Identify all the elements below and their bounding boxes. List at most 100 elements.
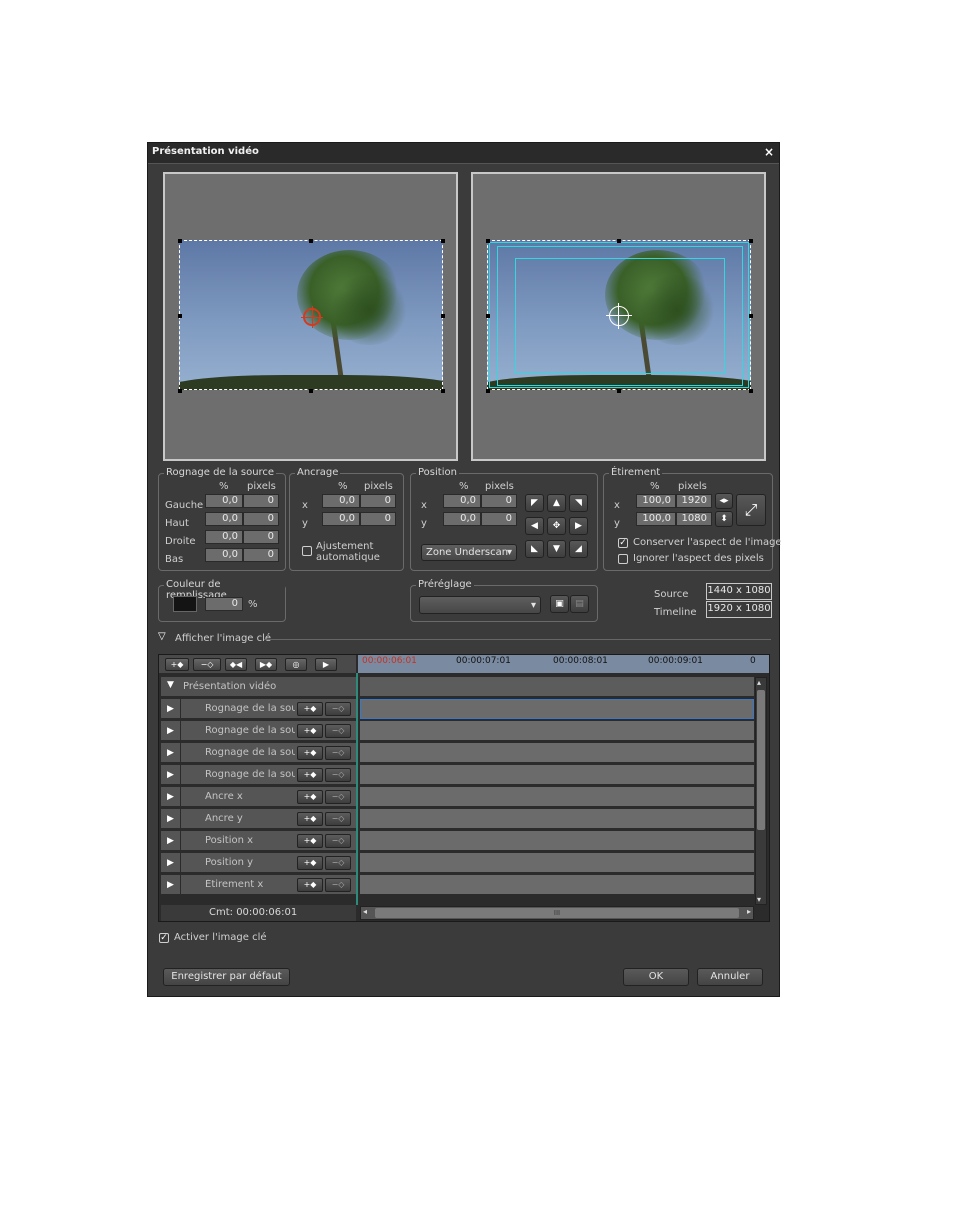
output-preview[interactable]: [471, 172, 766, 461]
enable-keyframe-checkbox[interactable]: ✓: [159, 933, 169, 943]
delete-preset-icon[interactable]: ▤: [570, 595, 589, 613]
align-right-icon[interactable]: ▶: [569, 517, 588, 535]
auto-adjust-checkbox[interactable]: [302, 546, 312, 556]
param-track[interactable]: [360, 743, 754, 763]
crop-right-pct[interactable]: 0,0: [205, 530, 243, 544]
expand-row-icon[interactable]: ▶: [161, 765, 181, 785]
align-bottom-left-icon[interactable]: ◣: [525, 540, 544, 558]
anchor-x-px[interactable]: 0: [360, 494, 396, 508]
stretch-y-px[interactable]: 1080: [676, 512, 712, 526]
crop-bottom-pct[interactable]: 0,0: [205, 548, 243, 562]
stretch-vertical-icon[interactable]: ⬍: [715, 511, 733, 527]
param-track[interactable]: [360, 765, 754, 785]
param-row[interactable]: ▶ Position x +◆ −◇: [161, 831, 356, 851]
expand-row-icon[interactable]: ▶: [161, 875, 181, 895]
remove-keyframe-icon[interactable]: −◇: [325, 746, 351, 760]
add-keyframe-icon[interactable]: +◆: [297, 702, 323, 716]
add-keyframe-icon[interactable]: +◆: [297, 724, 323, 738]
crop-top-px[interactable]: 0: [243, 512, 279, 526]
crop-left-pct[interactable]: 0,0: [205, 494, 243, 508]
stretch-y-pct[interactable]: 100,0: [636, 512, 676, 526]
param-row[interactable]: ▶ Position y +◆ −◇: [161, 853, 356, 873]
anchor-x-pct[interactable]: 0,0: [322, 494, 360, 508]
loop-icon[interactable]: ◎: [285, 658, 307, 671]
next-keyframe-icon[interactable]: ▶◆: [255, 658, 277, 671]
remove-keyframe-icon[interactable]: −◇: [325, 834, 351, 848]
param-track[interactable]: [360, 809, 754, 829]
param-track[interactable]: [360, 831, 754, 851]
keyframe-section-label[interactable]: Afficher l'image clé: [175, 633, 271, 644]
remove-keyframe-icon[interactable]: −◇: [325, 856, 351, 870]
add-keyframe-icon[interactable]: +◆: [165, 658, 189, 671]
save-preset-icon[interactable]: ▣: [550, 595, 569, 613]
ignore-pixel-aspect-checkbox[interactable]: [618, 554, 628, 564]
align-top-icon[interactable]: ▲: [547, 494, 566, 512]
expand-row-icon[interactable]: ▶: [161, 853, 181, 873]
param-row[interactable]: ▶ Ancre x +◆ −◇: [161, 787, 356, 807]
param-track[interactable]: [360, 787, 754, 807]
param-row[interactable]: ▶ Rognage de la source bas+◆−◇: [161, 765, 356, 785]
zone-dropdown[interactable]: Zone Underscan ▾: [421, 544, 517, 561]
stretch-x-px[interactable]: 1920: [676, 494, 712, 508]
add-keyframe-icon[interactable]: +◆: [297, 768, 323, 782]
expand-row-icon[interactable]: ▶: [161, 721, 181, 741]
expand-row-icon[interactable]: ▶: [161, 787, 181, 807]
crop-bottom-px[interactable]: 0: [243, 548, 279, 562]
remove-keyframe-icon[interactable]: −◇: [325, 724, 351, 738]
scroll-down-icon[interactable]: ▾: [757, 895, 761, 904]
scroll-up-icon[interactable]: ▴: [757, 678, 761, 687]
param-row[interactable]: ▶ Rognage de la source droite+◆−◇: [161, 743, 356, 763]
group-track[interactable]: [360, 677, 754, 697]
stretch-horizontal-icon[interactable]: ◂▸: [715, 493, 733, 509]
remove-keyframe-icon[interactable]: −◇: [325, 790, 351, 804]
remove-keyframe-icon[interactable]: −◇: [325, 878, 351, 892]
remove-keyframe-icon[interactable]: −◇: [325, 812, 351, 826]
param-track[interactable]: [360, 853, 754, 873]
param-row[interactable]: ▶ Rognage de la source haut+◆−◇: [161, 721, 356, 741]
scroll-left-icon[interactable]: ◂: [363, 907, 367, 916]
param-row[interactable]: ▶ Étirement x +◆ −◇: [161, 875, 356, 895]
add-keyframe-icon[interactable]: +◆: [297, 812, 323, 826]
param-track[interactable]: [360, 721, 754, 741]
previous-keyframe-icon[interactable]: ◆◀: [225, 658, 247, 671]
param-track[interactable]: [360, 699, 754, 719]
position-crosshair-icon[interactable]: [606, 303, 632, 329]
anchor-y-pct[interactable]: 0,0: [322, 512, 360, 526]
fit-to-frame-icon[interactable]: ⤢: [736, 494, 766, 526]
align-top-left-icon[interactable]: ◤: [525, 494, 544, 512]
horizontal-scrollbar[interactable]: ◂ III ▸: [360, 906, 754, 920]
position-x-pct[interactable]: 0,0: [443, 494, 481, 508]
vertical-scroll-thumb[interactable]: [757, 690, 765, 830]
param-row[interactable]: ▶ Ancre y +◆ −◇: [161, 809, 356, 829]
align-center-icon[interactable]: ✥: [547, 517, 566, 535]
remove-keyframe-icon[interactable]: −◇: [325, 702, 351, 716]
add-keyframe-icon[interactable]: +◆: [297, 878, 323, 892]
add-keyframe-icon[interactable]: +◆: [297, 790, 323, 804]
align-left-icon[interactable]: ◀: [525, 517, 544, 535]
align-top-right-icon[interactable]: ◥: [569, 494, 588, 512]
scroll-right-icon[interactable]: ▸: [747, 907, 751, 916]
remove-keyframe-icon[interactable]: −◇: [193, 658, 221, 671]
position-y-px[interactable]: 0: [481, 512, 517, 526]
vertical-scrollbar[interactable]: ▴ ▾: [755, 677, 767, 905]
expand-triangle-icon[interactable]: ▽: [158, 631, 166, 642]
save-default-button[interactable]: Enregistrer par défaut: [163, 968, 290, 986]
collapse-triangle-icon[interactable]: ▼: [167, 680, 174, 690]
add-keyframe-icon[interactable]: +◆: [297, 856, 323, 870]
crop-top-pct[interactable]: 0,0: [205, 512, 243, 526]
play-icon[interactable]: ▶: [315, 658, 337, 671]
time-ruler[interactable]: 00:00:06:01 00:00:07:01 00:00:08:01 00:0…: [358, 655, 769, 673]
playhead-line[interactable]: [356, 673, 358, 905]
align-bottom-icon[interactable]: ▼: [547, 540, 566, 558]
crop-left-px[interactable]: 0: [243, 494, 279, 508]
expand-row-icon[interactable]: ▶: [161, 743, 181, 763]
group-row[interactable]: ▼ Présentation vidéo: [161, 677, 356, 697]
horizontal-scroll-thumb[interactable]: III: [375, 908, 739, 918]
anchor-crosshair-icon[interactable]: [301, 306, 323, 328]
stretch-x-pct[interactable]: 100,0: [636, 494, 676, 508]
remove-keyframe-icon[interactable]: −◇: [325, 768, 351, 782]
anchor-y-px[interactable]: 0: [360, 512, 396, 526]
fill-color-swatch[interactable]: [173, 596, 197, 612]
expand-row-icon[interactable]: ▶: [161, 699, 181, 719]
expand-row-icon[interactable]: ▶: [161, 831, 181, 851]
